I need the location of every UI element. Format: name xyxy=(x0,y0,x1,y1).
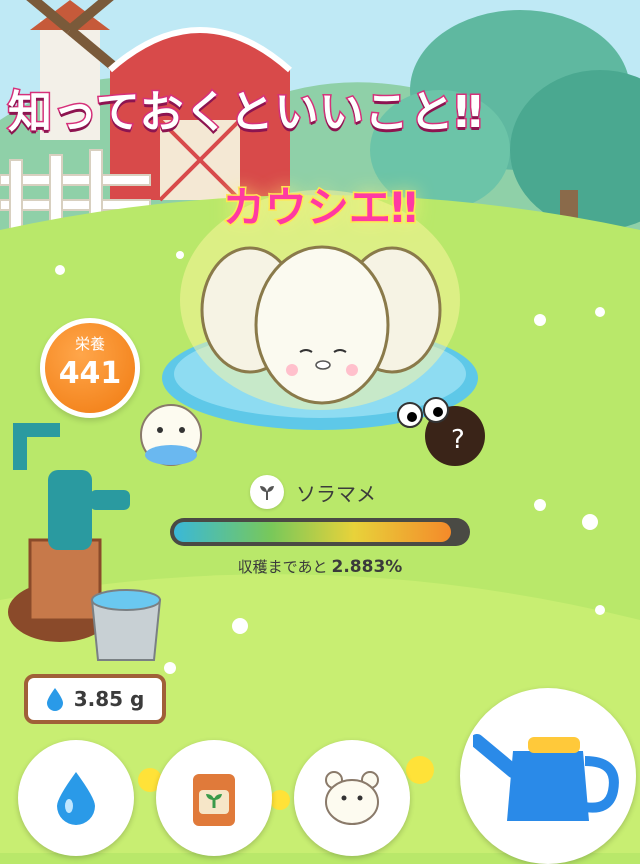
svg-text:?: ? xyxy=(451,425,465,455)
nutrition-label: 栄養 xyxy=(74,335,105,353)
harvest-progress-fill xyxy=(174,522,452,542)
banner-title: 知っておくといいこと‼ xyxy=(7,86,484,140)
nutrition-value: 441 xyxy=(58,356,122,391)
watering-can-button[interactable] xyxy=(460,688,636,864)
hamster-character xyxy=(140,404,202,466)
water-drop-icon xyxy=(46,688,63,711)
sprout-icon xyxy=(250,475,284,509)
harvest-percent: 2.883% xyxy=(331,557,403,577)
water-drop-icon xyxy=(57,772,95,825)
bucket xyxy=(90,589,162,661)
water-amount: 3.85 g xyxy=(73,687,145,711)
harvest-label: 収穫まであと xyxy=(237,558,328,576)
harvest-progress-bar xyxy=(170,518,470,546)
plant-name: ソラマメ xyxy=(296,481,376,506)
hamster-icon xyxy=(325,771,379,825)
harvest-status: 収穫まであと 2.883% xyxy=(170,556,470,577)
plant-info: ソラマメ xyxy=(250,474,376,510)
hamster-button[interactable] xyxy=(294,740,410,856)
water-button[interactable] xyxy=(18,740,134,856)
watering-can-icon xyxy=(473,734,619,821)
seed-button[interactable] xyxy=(156,740,272,856)
nutrition-badge[interactable]: 栄養 441 xyxy=(40,318,140,418)
water-amount-display: 3.85 g xyxy=(24,674,166,724)
banner-subtitle: カウシエ‼ xyxy=(221,182,418,234)
seed-bag-icon xyxy=(193,774,235,826)
